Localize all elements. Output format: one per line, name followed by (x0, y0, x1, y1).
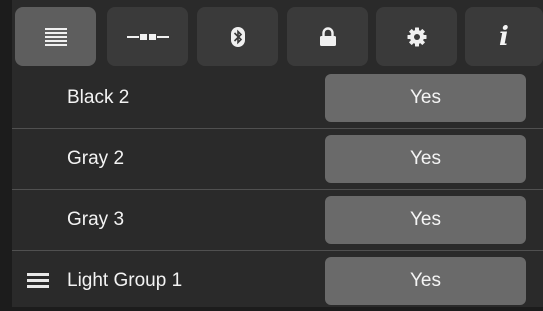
tab-bar: i (12, 7, 543, 67)
row-label: Black 2 (67, 87, 130, 108)
drag-handle-icon[interactable] (27, 273, 49, 289)
value-button[interactable]: Yes (325, 196, 526, 244)
list-item: Light Group 1 Yes (12, 251, 543, 311)
info-icon: i (499, 21, 509, 52)
list-item: Gray 3 Yes (12, 190, 543, 250)
gear-icon (407, 27, 426, 46)
value-button[interactable]: Yes (325, 257, 526, 305)
list-item: Black 2 Yes (12, 68, 543, 128)
tab-bluetooth[interactable] (197, 7, 278, 66)
tab-connector[interactable] (107, 7, 188, 66)
tab-list[interactable] (15, 7, 96, 66)
tab-info[interactable]: i (465, 7, 543, 66)
app-window: i Black 2 Yes Gray 2 Yes Gray 3 Yes Ligh… (12, 0, 543, 307)
tab-settings[interactable] (376, 7, 457, 66)
row-label: Gray 2 (67, 148, 125, 169)
list-item: Gray 2 Yes (12, 129, 543, 189)
list-icon (44, 27, 67, 46)
lock-icon (319, 26, 336, 46)
row-label: Light Group 1 (67, 270, 183, 291)
connector-icon (126, 33, 169, 40)
row-label: Gray 3 (67, 209, 125, 230)
value-button[interactable]: Yes (325, 74, 526, 122)
bluetooth-icon (230, 26, 245, 47)
value-button[interactable]: Yes (325, 135, 526, 183)
tab-lock[interactable] (287, 7, 368, 66)
